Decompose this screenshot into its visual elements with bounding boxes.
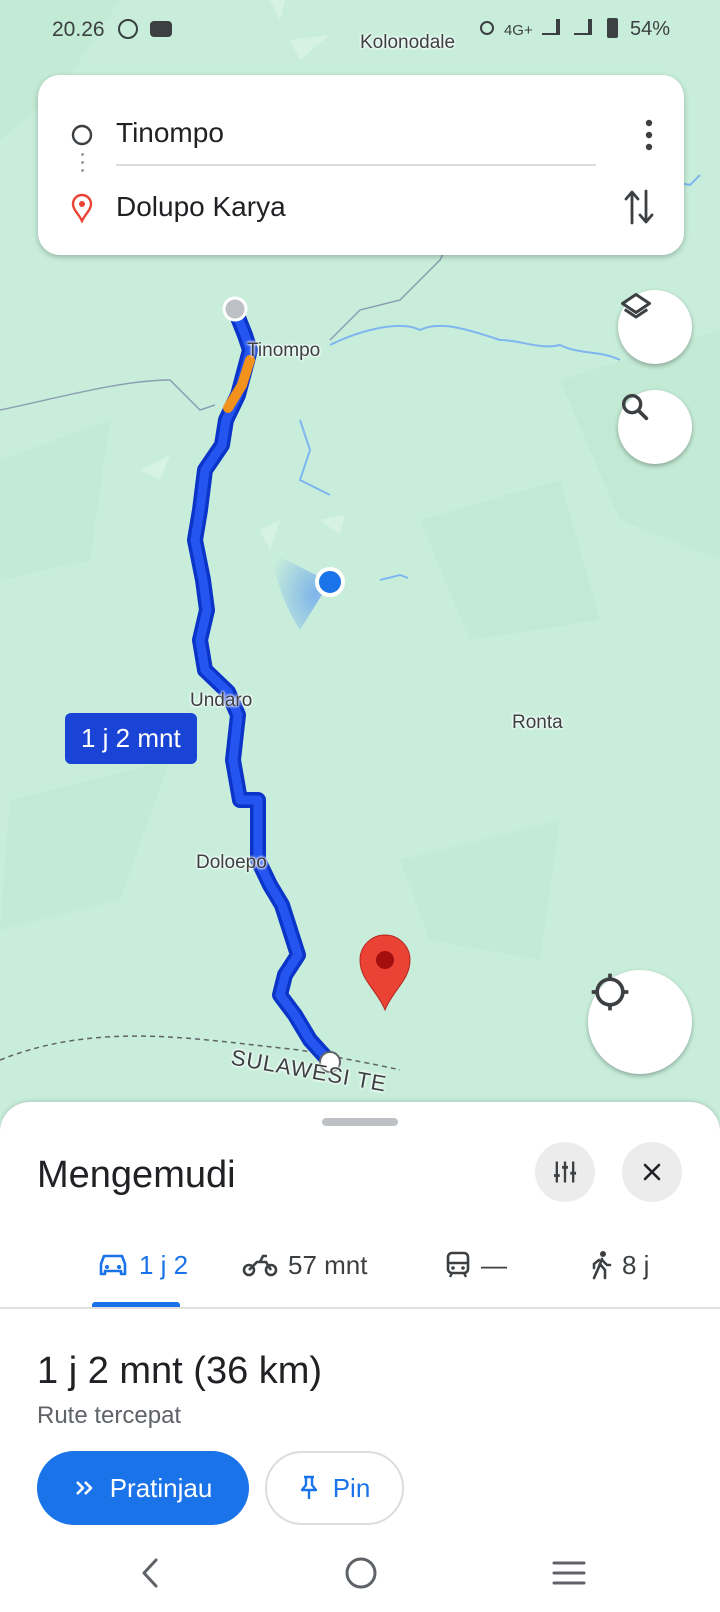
transit-icon bbox=[446, 1251, 470, 1278]
preview-button[interactable]: Pratinjau bbox=[37, 1451, 249, 1525]
close-button[interactable] bbox=[622, 1142, 682, 1202]
hotspot-icon bbox=[480, 21, 495, 35]
destination-pin-small-icon bbox=[71, 193, 93, 223]
mode-tab-walk[interactable]: 8 j bbox=[590, 1245, 649, 1285]
map-label-doloepo: Doloepo bbox=[196, 852, 267, 873]
layers-icon bbox=[621, 293, 651, 319]
youtube-icon bbox=[150, 21, 173, 37]
destination-pin-icon[interactable] bbox=[359, 934, 411, 1012]
destination-field[interactable]: Dolupo Karya bbox=[38, 189, 684, 255]
route-dots-icon bbox=[81, 153, 85, 181]
eta-bubble[interactable]: 1 j 2 mnt bbox=[65, 713, 197, 764]
search-button[interactable] bbox=[618, 390, 692, 464]
pushpin-icon bbox=[300, 1475, 317, 1499]
route-distance: (36 km) bbox=[193, 1350, 323, 1392]
double-chevron-icon bbox=[75, 1481, 92, 1495]
map-label-tinompo: Tinompo bbox=[247, 340, 321, 361]
signal-icon-2 bbox=[573, 19, 592, 35]
crosshair-icon bbox=[591, 973, 629, 1011]
motorcycle-icon bbox=[242, 1254, 278, 1277]
route-start-marker bbox=[222, 296, 248, 322]
origin-text: Tinompo bbox=[116, 117, 224, 148]
map-label-ronta: Ronta bbox=[512, 712, 563, 733]
map-label-undaro: Undaro bbox=[190, 690, 253, 711]
route-duration: 1 j 2 mnt bbox=[37, 1350, 183, 1392]
home-icon[interactable] bbox=[344, 1556, 378, 1590]
battery-icon bbox=[607, 18, 619, 38]
route-input-card: Tinompo Dolupo Karya bbox=[38, 75, 684, 255]
system-nav-bar bbox=[0, 1542, 720, 1612]
signal-icon-1 bbox=[542, 19, 561, 35]
mode-label-motorcycle: 57 mnt bbox=[288, 1249, 368, 1280]
sheet-title: Mengemudi bbox=[37, 1154, 236, 1196]
tabs-divider bbox=[0, 1307, 720, 1309]
recents-icon[interactable] bbox=[552, 1558, 586, 1588]
route-divider bbox=[116, 164, 596, 166]
origin-field[interactable]: Tinompo bbox=[38, 105, 684, 165]
status-right: 4G+ 54% bbox=[480, 18, 670, 41]
current-location-dot bbox=[315, 567, 345, 597]
mode-tab-transit[interactable]: — bbox=[445, 1245, 507, 1285]
search-icon bbox=[621, 393, 649, 421]
my-location-button[interactable] bbox=[588, 970, 692, 1074]
sheet-drag-handle[interactable] bbox=[322, 1118, 398, 1126]
car-icon bbox=[99, 1254, 127, 1276]
preview-label: Pratinjau bbox=[109, 1472, 213, 1503]
status-time-text: 20.26 bbox=[52, 18, 105, 41]
layers-button[interactable] bbox=[618, 290, 692, 364]
origin-circle-icon bbox=[71, 124, 93, 146]
network-type: 4G+ bbox=[503, 22, 533, 39]
tune-icon bbox=[553, 1161, 577, 1183]
close-icon bbox=[643, 1163, 661, 1181]
route-note: Rute tercepat bbox=[37, 1402, 182, 1429]
mode-label-transit: — bbox=[481, 1249, 507, 1280]
directions-sheet: Mengemudi 1 j 2 57 mnt — 8 j 1 j 2 mnt (… bbox=[0, 1102, 720, 1612]
more-vert-icon[interactable] bbox=[644, 119, 654, 151]
route-summary: 1 j 2 mnt (36 km) bbox=[37, 1350, 322, 1393]
status-time: 20.26 bbox=[52, 18, 173, 42]
mode-tab-motorcycle[interactable]: 57 mnt bbox=[242, 1245, 368, 1285]
mode-label-walk: 8 j bbox=[622, 1249, 650, 1280]
back-icon[interactable] bbox=[138, 1556, 164, 1590]
pin-label: Pin bbox=[332, 1472, 371, 1503]
pin-button[interactable]: Pin bbox=[265, 1451, 404, 1525]
status-bar: 20.26 4G+ 54% bbox=[0, 0, 720, 60]
destination-text: Dolupo Karya bbox=[116, 191, 286, 222]
walk-icon bbox=[592, 1251, 612, 1280]
route-options-button[interactable] bbox=[535, 1142, 595, 1202]
mode-label-car: 1 j 2 bbox=[139, 1249, 189, 1280]
battery-percent: 54% bbox=[629, 18, 670, 40]
whatsapp-icon bbox=[118, 19, 139, 39]
mode-tab-car[interactable]: 1 j 2 bbox=[97, 1245, 188, 1285]
swap-icon[interactable] bbox=[622, 187, 656, 227]
